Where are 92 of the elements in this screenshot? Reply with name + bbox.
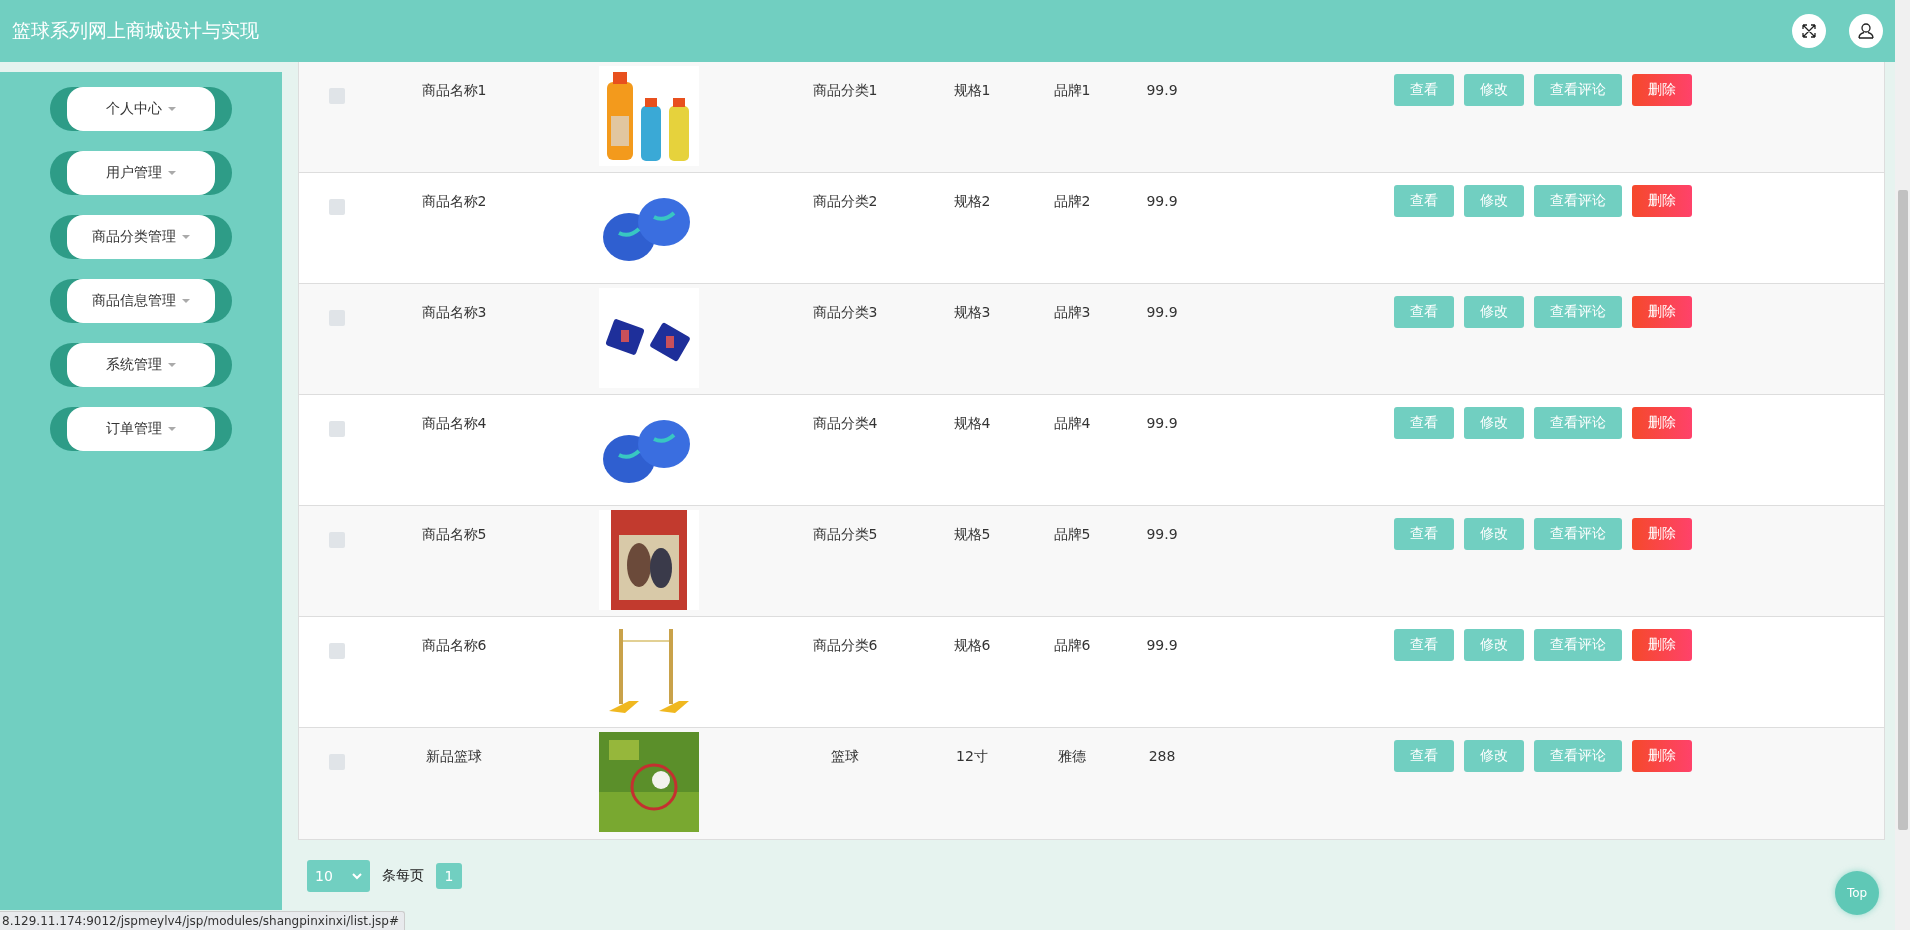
action-button[interactable]: 修改 <box>1464 185 1524 217</box>
caret-icon <box>168 427 176 431</box>
caret-icon <box>168 363 176 367</box>
checkbox[interactable] <box>328 754 345 770</box>
table-cell-text: 商品名称2 <box>420 192 488 211</box>
action-button[interactable]: 修改 <box>1464 407 1524 439</box>
menu-item[interactable]: 商品分类管理 <box>50 215 232 259</box>
table-cell-text: 商品分类2 <box>811 192 879 211</box>
caret-icon <box>168 171 176 175</box>
table-cell-text: 规格3 <box>952 303 992 322</box>
user-icon[interactable] <box>1849 14 1883 48</box>
table-cell-text: 99.9 <box>1145 414 1179 433</box>
table-cell-text: 篮球 <box>830 747 860 766</box>
table-cell-text: 商品分类3 <box>811 303 879 322</box>
action-button[interactable]: 修改 <box>1464 740 1524 772</box>
fullscreen-icon[interactable] <box>1792 14 1826 48</box>
action-button[interactable]: 查看评论 <box>1534 740 1622 772</box>
caret-icon <box>182 235 190 239</box>
checkbox[interactable] <box>328 199 345 215</box>
table-cell-text: 商品名称3 <box>420 303 488 322</box>
table-cell-text: 商品分类5 <box>811 525 879 544</box>
checkbox[interactable] <box>328 310 345 326</box>
scrollbar[interactable] <box>1895 0 1910 930</box>
menu-item[interactable]: 商品信息管理 <box>50 279 232 323</box>
table-cell-text: 品牌5 <box>1052 525 1092 544</box>
checkbox[interactable] <box>328 88 345 104</box>
table-cell-text: 品牌3 <box>1052 303 1092 322</box>
back-to-top-button[interactable]: Top <box>1835 871 1879 915</box>
chevron-icon <box>352 872 362 880</box>
table-cell-text: 商品分类6 <box>811 636 879 655</box>
table-cell-text: 99.9 <box>1145 303 1179 322</box>
table-cell-text: 商品名称6 <box>420 636 488 655</box>
table-cell-text: 规格5 <box>952 525 992 544</box>
status-url: 8.129.11.174:9012/jspmeylv4/jsp/modules/shangpinxinxi/list.jsp# <box>0 911 405 930</box>
action-button[interactable]: 查看 <box>1394 629 1454 661</box>
table-cell-text: 品牌4 <box>1052 414 1092 433</box>
table-cell-text: 商品名称5 <box>420 525 488 544</box>
caret-icon <box>182 299 190 303</box>
table-cell-text: 99.9 <box>1145 192 1179 211</box>
action-button[interactable]: 查看 <box>1394 518 1454 550</box>
delete-button[interactable]: 删除 <box>1632 740 1692 772</box>
action-button[interactable]: 查看 <box>1394 74 1454 106</box>
checkbox[interactable] <box>328 421 345 437</box>
delete-button[interactable]: 删除 <box>1632 407 1692 439</box>
menu-item[interactable]: 系统管理 <box>50 343 232 387</box>
page-size-select[interactable]: 10 <box>307 860 370 892</box>
table-cell-text: 品牌1 <box>1052 81 1092 100</box>
table-cell-text: 商品名称4 <box>420 414 488 433</box>
action-button[interactable]: 修改 <box>1464 629 1524 661</box>
menu-item[interactable]: 用户管理 <box>50 151 232 195</box>
delete-button[interactable]: 删除 <box>1632 629 1692 661</box>
table-cell-text: 规格6 <box>952 636 992 655</box>
table-cell-text: 99.9 <box>1145 525 1179 544</box>
table-cell-text: 规格4 <box>952 414 992 433</box>
table-cell-text: 99.9 <box>1145 636 1179 655</box>
action-button[interactable]: 查看评论 <box>1534 629 1622 661</box>
action-button[interactable]: 查看评论 <box>1534 407 1622 439</box>
menu-item[interactable]: 个人中心 <box>50 87 232 131</box>
action-button[interactable]: 查看 <box>1394 407 1454 439</box>
table-cell-text: 品牌2 <box>1052 192 1092 211</box>
delete-button[interactable]: 删除 <box>1632 518 1692 550</box>
table-cell-text: 规格1 <box>952 81 992 100</box>
site-title: 篮球系列网上商城设计与实现 <box>12 18 260 43</box>
per-page-label: 条每页 <box>382 867 424 885</box>
table-cell-text: 商品分类1 <box>811 81 879 100</box>
table-cell-text: 商品分类4 <box>811 414 879 433</box>
action-button[interactable]: 查看评论 <box>1534 296 1622 328</box>
checkbox[interactable] <box>328 532 345 548</box>
checkbox[interactable] <box>328 643 345 659</box>
page-button[interactable]: 1 <box>436 863 462 889</box>
action-button[interactable]: 查看 <box>1394 185 1454 217</box>
table-cell-text: 商品名称1 <box>420 81 488 100</box>
table-cell-text: 99.9 <box>1145 81 1179 100</box>
table-cell-text: 规格2 <box>952 192 992 211</box>
action-button[interactable]: 查看评论 <box>1534 518 1622 550</box>
action-button[interactable]: 查看评论 <box>1534 74 1622 106</box>
action-button[interactable]: 查看 <box>1394 740 1454 772</box>
action-button[interactable]: 修改 <box>1464 74 1524 106</box>
caret-icon <box>168 107 176 111</box>
action-button[interactable]: 修改 <box>1464 296 1524 328</box>
action-button[interactable]: 修改 <box>1464 518 1524 550</box>
delete-button[interactable]: 删除 <box>1632 296 1692 328</box>
table-cell-text: 品牌6 <box>1052 636 1092 655</box>
delete-button[interactable]: 删除 <box>1632 185 1692 217</box>
table-cell-text: 新品篮球 <box>425 747 483 766</box>
action-button[interactable]: 查看评论 <box>1534 185 1622 217</box>
delete-button[interactable]: 删除 <box>1632 74 1692 106</box>
table-cell-text: 288 <box>1147 747 1177 766</box>
menu-item[interactable]: 订单管理 <box>50 407 232 451</box>
table-cell-text: 雅德 <box>1057 747 1087 766</box>
action-button[interactable]: 查看 <box>1394 296 1454 328</box>
table-cell-text: 12寸 <box>955 747 989 766</box>
